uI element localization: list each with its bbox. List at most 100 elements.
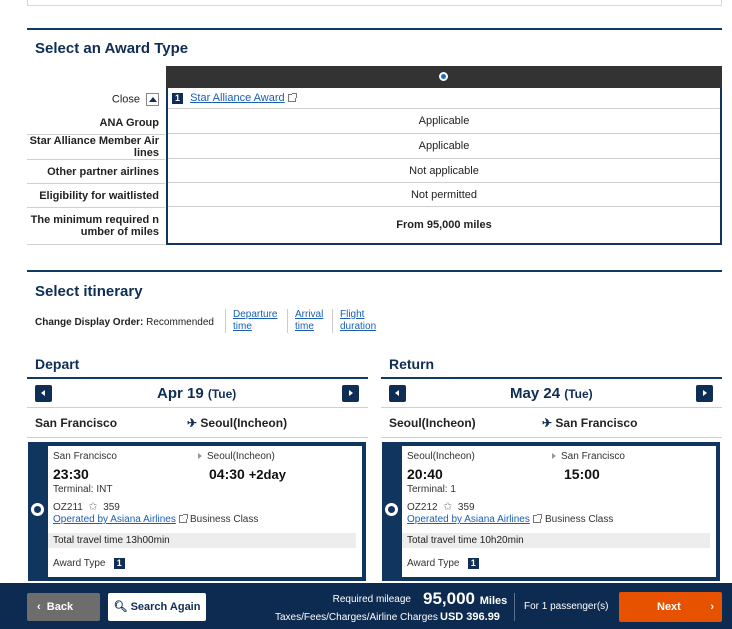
card-operator-wrap: Operated by Asiana Airlines (407, 514, 542, 525)
card-from-city: San Francisco (53, 451, 117, 462)
card-to-city-wrap: Seoul(Incheon) (198, 451, 275, 462)
card-dep-time: 23:30 (53, 466, 89, 482)
award-cell-waitlist: Not permitted (168, 183, 720, 207)
depart-date-bar: Apr 19 (Tue) (27, 380, 368, 408)
card-to-city: Seoul(Incheon) (207, 451, 275, 462)
star-alliance-icon: ✩ (88, 501, 98, 513)
card-dep-time: 20:40 (407, 466, 443, 482)
star-alliance-icon: ✩ (443, 501, 453, 513)
sort-departure-time[interactable]: Departure time (225, 309, 277, 333)
search-icon: 🔍︎ (113, 601, 128, 613)
card-terminal: Terminal: 1 (407, 484, 456, 495)
card-award-type-label: Award Type (53, 558, 106, 570)
external-link-icon (178, 514, 188, 524)
next-button[interactable]: Next › (619, 592, 722, 622)
row-other-partner: Other partner airlines (27, 160, 165, 184)
return-date-value: May 24 (510, 385, 561, 402)
return-route-to-wrap: ✈ San Francisco (542, 416, 637, 430)
star-alliance-award-link[interactable]: Star Alliance Award (190, 92, 285, 104)
card-award-badge: 1 (113, 558, 125, 569)
depart-title: Depart (35, 356, 80, 372)
card-flight-no: OZ212 (407, 502, 438, 513)
card-travel-time: Total travel time 13h00min (48, 533, 356, 548)
prev-day-button[interactable] (389, 385, 406, 402)
award-cell-min-miles: From 95,000 miles (396, 219, 492, 231)
card-arr-time-wrap: 04:30 +2day (209, 466, 286, 482)
tax-value: USD 396.99 (440, 611, 500, 623)
tax-label: Taxes/Fees/Charges/Airline Charges (275, 612, 438, 623)
card-cabin: Business Class (545, 514, 614, 525)
return-route: Seoul(Incheon) ✈ San Francisco (381, 408, 722, 438)
row-label-star-alliance: Star Alliance Member Air lines (29, 135, 159, 159)
passenger-count: For 1 passenger(s) (524, 601, 609, 612)
bottom-action-bar: ‹ Back 🔍︎ Search Again Required mileage … (0, 583, 732, 629)
award-select-radio[interactable] (439, 72, 448, 81)
search-again-button[interactable]: 🔍︎ Search Again (108, 593, 206, 621)
section-divider (27, 270, 722, 272)
card-award-badge: 1 (467, 558, 479, 569)
section-divider (27, 28, 722, 30)
next-day-button[interactable] (342, 385, 359, 402)
sort-current: Recommended (146, 317, 214, 328)
depart-flight-radio[interactable] (31, 503, 44, 516)
award-number-badge: 1 (172, 92, 183, 104)
card-award-type: Award Type 1 (407, 558, 479, 569)
row-label-waitlist: Eligibility for waitlisted (39, 190, 159, 202)
return-title: Return (389, 356, 435, 372)
award-section-title: Select an Award Type (35, 40, 189, 57)
sort-option-line: Flight (340, 309, 365, 320)
card-flight-info: OZ212 ✩ 359 (407, 500, 475, 513)
sort-option-line: Departure (233, 309, 278, 320)
close-toggle[interactable]: Close (112, 93, 159, 106)
return-flight-card[interactable]: Seoul(Incheon) San Francisco 20:40 15:00… (382, 442, 720, 581)
operated-by-link[interactable]: Operated by Asiana Airlines (53, 514, 176, 525)
prev-day-button[interactable] (35, 385, 52, 402)
row-label-ana: ANA Group (99, 117, 159, 129)
arrow-right-icon (198, 453, 202, 460)
sort-arrival-time[interactable]: Arrival time (287, 309, 323, 333)
row-min-miles: The minimum required n umber of miles (27, 208, 165, 245)
back-button[interactable]: ‹ Back (27, 593, 100, 621)
return-date: May 24 (Tue) (510, 385, 593, 402)
award-name-cell: 1 Star Alliance Award (168, 88, 720, 109)
card-travel-time: Total travel time 10h20min (402, 533, 710, 548)
award-cell-other-partner: Not applicable (168, 159, 720, 183)
row-waitlist: Eligibility for waitlisted (27, 184, 165, 208)
chevron-left-icon: ‹ (37, 601, 41, 613)
return-flight-radio[interactable] (385, 503, 398, 516)
row-label-other-partner: Other partner airlines (47, 166, 159, 178)
award-column: 1 Star Alliance Award Applicable Applica… (166, 88, 722, 245)
card-flight-info: OZ211 ✩ 359 (53, 500, 120, 513)
return-date-bar: May 24 (Tue) (381, 380, 722, 408)
plane-icon: ✈ (542, 416, 553, 430)
return-day-of-week: (Tue) (564, 387, 593, 401)
external-link-icon (532, 514, 542, 524)
sort-option-line: time (233, 321, 252, 332)
card-to-city-wrap: San Francisco (552, 451, 625, 462)
close-label: Close (111, 93, 140, 106)
sort-option-line: time (295, 321, 314, 332)
return-underline (381, 377, 722, 379)
collapse-up-icon[interactable] (146, 93, 159, 106)
award-cell-star-alliance: Applicable (168, 134, 720, 159)
operated-by-link[interactable]: Operated by Asiana Airlines (407, 514, 530, 525)
card-cabin: Business Class (190, 514, 259, 525)
card-operator-wrap: Operated by Asiana Airlines (53, 514, 188, 525)
return-route-from: Seoul(Incheon) (389, 416, 476, 430)
card-award-type-label: Award Type (407, 558, 460, 570)
card-from-city: Seoul(Incheon) (407, 451, 475, 462)
depart-date: Apr 19 (Tue) (157, 385, 236, 402)
previous-panel-edge (27, 0, 722, 6)
sort-flight-duration[interactable]: Flight duration (332, 309, 376, 333)
required-mileage-value: 95,000 (423, 589, 475, 608)
sort-option-line: Arrival (295, 309, 324, 320)
footer-divider (514, 593, 515, 621)
next-day-button[interactable] (696, 385, 713, 402)
return-route-to: San Francisco (555, 416, 638, 430)
depart-date-value: Apr 19 (157, 385, 204, 402)
itinerary-section-title: Select itinerary (35, 283, 143, 300)
depart-underline (27, 377, 368, 379)
search-again-label: Search Again (130, 601, 201, 613)
card-arr-time: 15:00 (564, 466, 600, 482)
depart-flight-card[interactable]: San Francisco Seoul(Incheon) 23:30 04:30… (28, 442, 366, 581)
